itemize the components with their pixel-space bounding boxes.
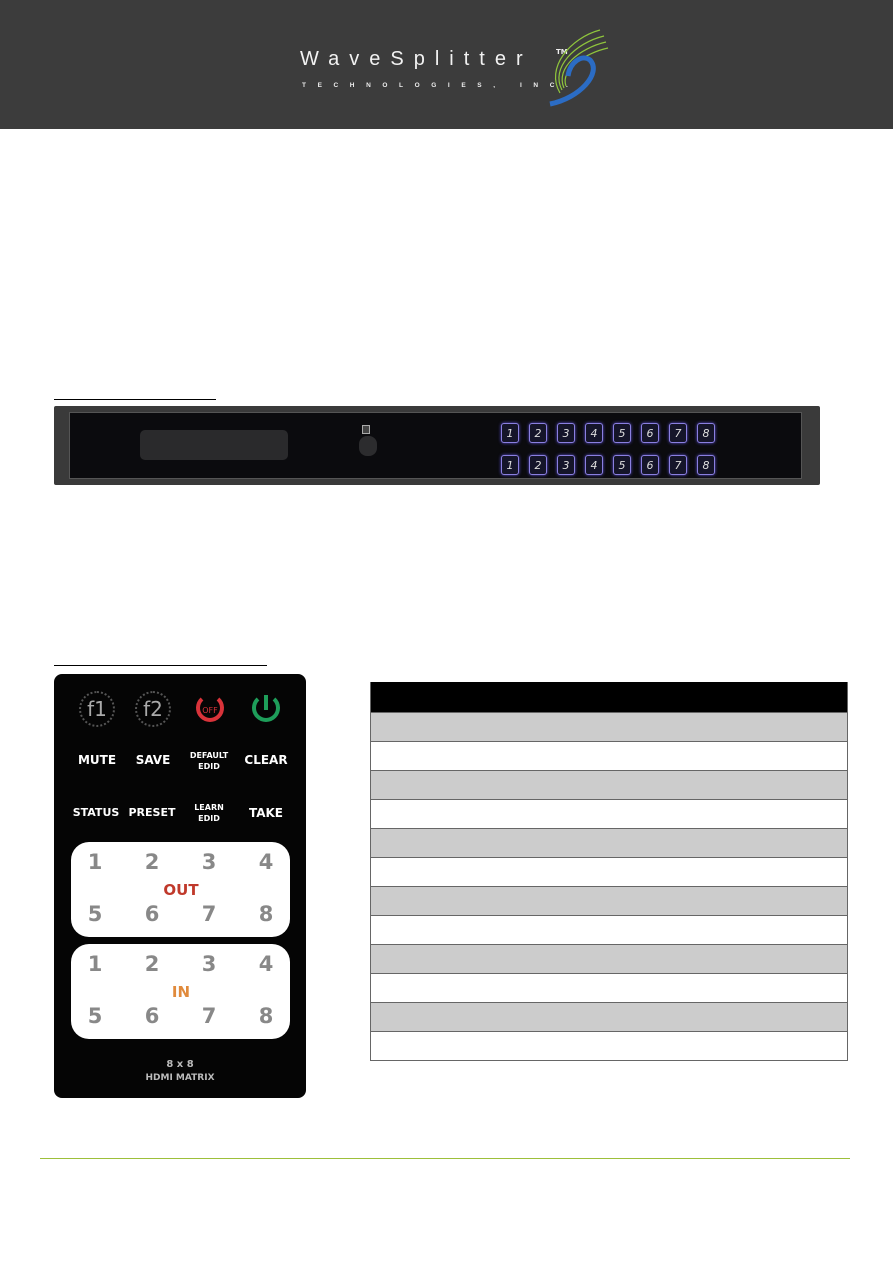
lcd-display — [140, 430, 288, 460]
output-button-7[interactable]: 7 — [669, 423, 687, 443]
model-name: HDMI MATRIX — [145, 1073, 215, 1083]
table-row — [371, 828, 847, 857]
clear-button[interactable]: CLEAR — [240, 753, 292, 767]
in-key-3[interactable]: 3 — [197, 952, 221, 976]
logo-subtitle: TECHNOLOGIES, INC. — [302, 82, 580, 89]
table-row — [371, 886, 847, 915]
table-row — [371, 857, 847, 886]
table-row — [371, 1031, 847, 1060]
table-header — [371, 682, 847, 712]
input-button-4[interactable]: 4 — [585, 455, 603, 475]
swoosh-icon — [549, 29, 609, 107]
in-keypad: IN 1 2 3 4 5 6 7 8 — [71, 944, 290, 1039]
table-row — [371, 799, 847, 828]
section-underline — [54, 399, 216, 400]
out-key-8[interactable]: 8 — [254, 902, 278, 926]
page-header: WaveSplitter TM TECHNOLOGIES, INC. — [0, 0, 893, 129]
table-row — [371, 915, 847, 944]
ir-receiver — [359, 436, 377, 456]
save-button[interactable]: SAVE — [128, 753, 178, 767]
table-row — [371, 944, 847, 973]
out-label: OUT — [163, 881, 199, 899]
take-button[interactable]: TAKE — [240, 806, 292, 820]
out-key-4[interactable]: 4 — [254, 850, 278, 874]
input-button-8[interactable]: 8 — [697, 455, 715, 475]
remote-control: f1 f2 OFF MUTE SAVE DEFAULT EDID CLEAR ST… — [54, 674, 306, 1098]
table-row — [371, 770, 847, 799]
status-button[interactable]: STATUS — [70, 806, 122, 819]
learn-edid-button[interactable]: LEARN EDID — [184, 802, 234, 824]
input-button-5[interactable]: 5 — [613, 455, 631, 475]
out-key-1[interactable]: 1 — [83, 850, 107, 874]
preset-button[interactable]: PRESET — [126, 806, 178, 819]
ir-indicator — [362, 425, 370, 434]
input-button-1[interactable]: 1 — [501, 455, 519, 475]
f1-button[interactable]: f1 — [79, 691, 115, 727]
table-row — [371, 712, 847, 741]
output-button-8[interactable]: 8 — [697, 423, 715, 443]
off-label: OFF — [202, 706, 218, 715]
input-button-7[interactable]: 7 — [669, 455, 687, 475]
table-row — [371, 741, 847, 770]
in-key-8[interactable]: 8 — [254, 1004, 278, 1028]
table-row — [371, 973, 847, 1002]
out-key-5[interactable]: 5 — [83, 902, 107, 926]
model-size: 8 x 8 — [166, 1059, 194, 1070]
section-underline — [54, 665, 267, 666]
in-key-6[interactable]: 6 — [140, 1004, 164, 1028]
in-key-2[interactable]: 2 — [140, 952, 164, 976]
out-key-7[interactable]: 7 — [197, 902, 221, 926]
output-button-2[interactable]: 2 — [529, 423, 547, 443]
out-key-2[interactable]: 2 — [140, 850, 164, 874]
in-key-5[interactable]: 5 — [83, 1004, 107, 1028]
in-key-4[interactable]: 4 — [254, 952, 278, 976]
table-row — [371, 1002, 847, 1031]
in-key-1[interactable]: 1 — [83, 952, 107, 976]
input-button-3[interactable]: 3 — [557, 455, 575, 475]
output-button-6[interactable]: 6 — [641, 423, 659, 443]
footer-divider — [40, 1158, 850, 1159]
output-button-4[interactable]: 4 — [585, 423, 603, 443]
default-edid-button[interactable]: DEFAULT EDID — [184, 750, 234, 772]
in-key-7[interactable]: 7 — [197, 1004, 221, 1028]
blank-table — [370, 682, 848, 1061]
in-label: IN — [171, 983, 191, 1001]
out-key-3[interactable]: 3 — [197, 850, 221, 874]
power-on-button[interactable] — [249, 692, 283, 726]
input-button-6[interactable]: 6 — [641, 455, 659, 475]
f2-button[interactable]: f2 — [135, 691, 171, 727]
wavesplitter-logo: WaveSplitter TM TECHNOLOGIES, INC. — [300, 28, 609, 108]
input-button-2[interactable]: 2 — [529, 455, 547, 475]
out-key-6[interactable]: 6 — [140, 902, 164, 926]
output-button-5[interactable]: 5 — [613, 423, 631, 443]
logo-wordmark: WaveSplitter — [300, 48, 533, 70]
out-keypad: OUT 1 2 3 4 5 6 7 8 — [71, 842, 290, 937]
output-button-1[interactable]: 1 — [501, 423, 519, 443]
front-panel: 12345678 12345678 — [54, 406, 820, 485]
power-off-button[interactable]: OFF — [193, 692, 227, 726]
output-button-3[interactable]: 3 — [557, 423, 575, 443]
mute-button[interactable]: MUTE — [72, 753, 122, 767]
